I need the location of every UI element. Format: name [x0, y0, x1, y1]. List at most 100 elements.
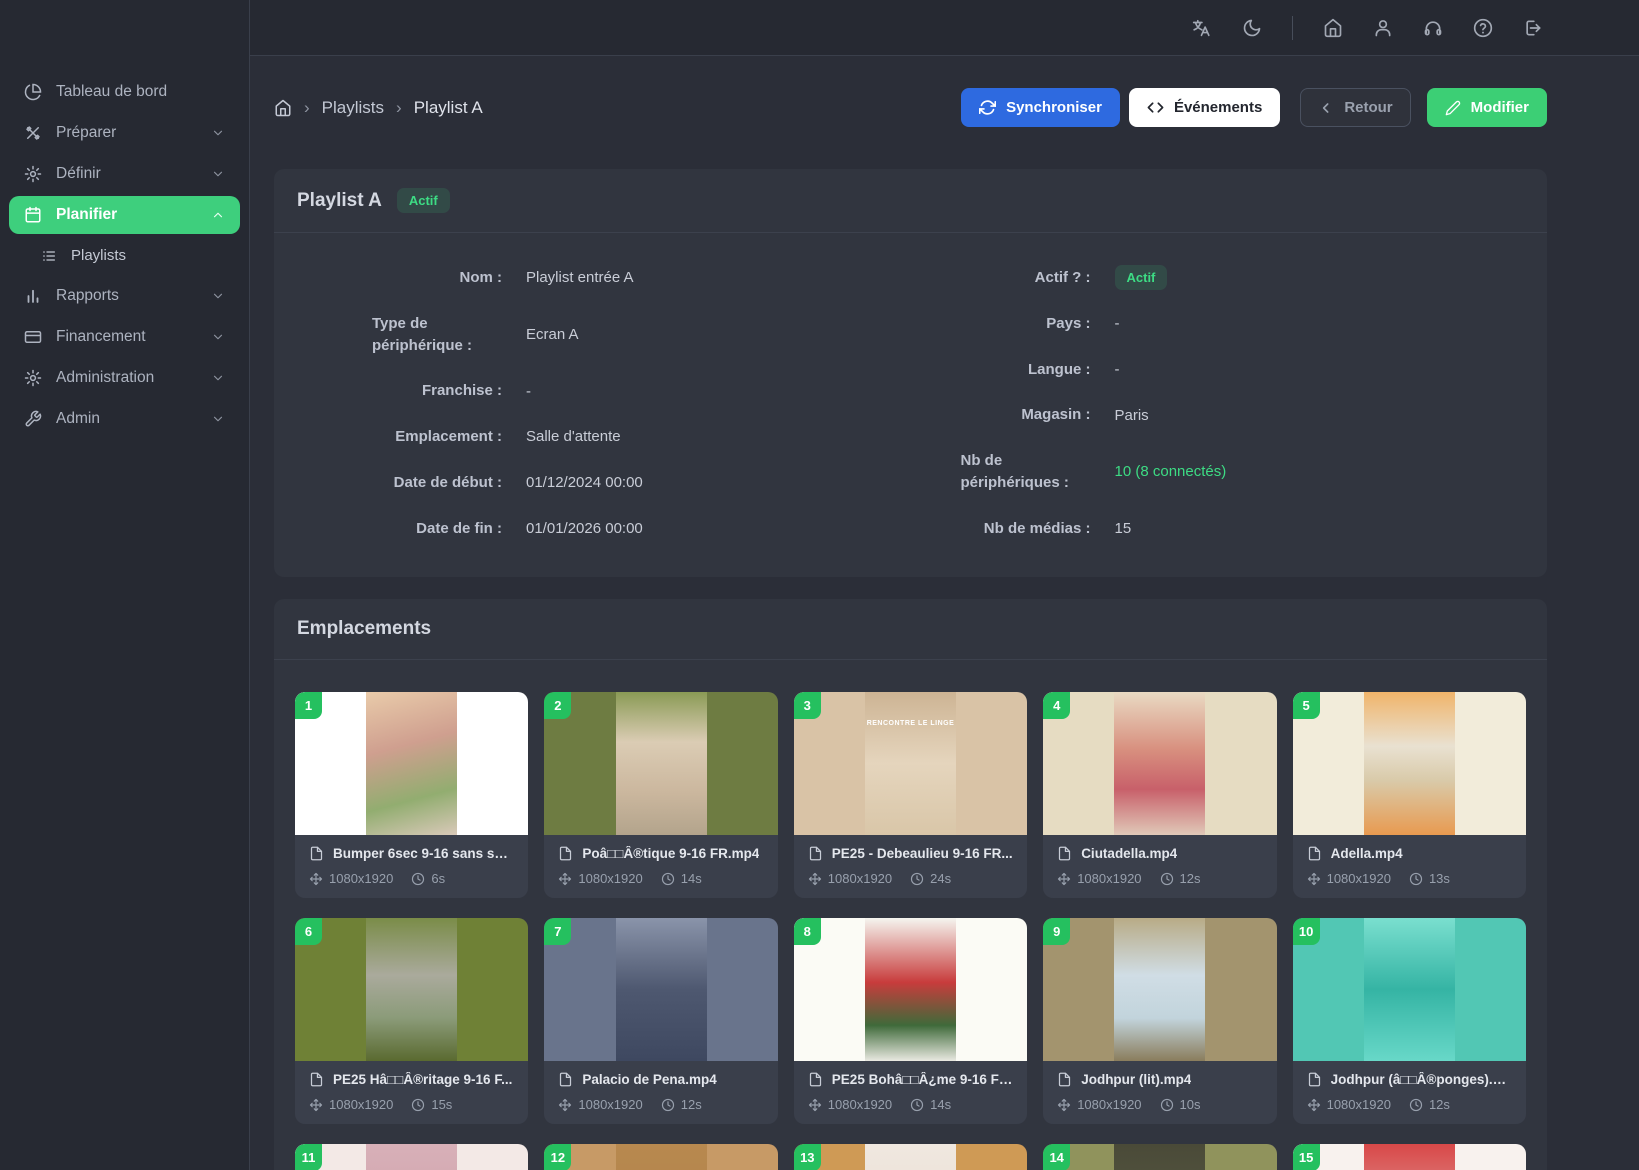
- media-duration: 12s: [681, 1097, 702, 1112]
- edit-label: Modifier: [1471, 99, 1529, 116]
- home-icon[interactable]: [1323, 18, 1343, 38]
- media-card[interactable]: 9 Jodhpur (lit).mp4 1080x192010s: [1043, 918, 1276, 1124]
- details-left-column: Nom :Playlist entrée A Type de périphéri…: [297, 255, 911, 551]
- topbar-divider: [1292, 16, 1293, 40]
- file-icon: [1057, 846, 1072, 861]
- headphones-icon[interactable]: [1423, 18, 1443, 38]
- media-order-badge: 10: [1293, 918, 1320, 945]
- move-icon[interactable]: [808, 1098, 822, 1112]
- media-card[interactable]: 14: [1043, 1144, 1276, 1170]
- move-icon[interactable]: [1307, 872, 1321, 886]
- media-thumbnail: [794, 918, 1027, 1061]
- field-label: Emplacement :: [395, 426, 502, 448]
- media-thumbnail: [295, 692, 528, 835]
- sidebar-item-definir[interactable]: Définir: [9, 155, 240, 193]
- media-resolution: 1080x1920: [828, 1097, 892, 1112]
- field-value: 15: [1115, 520, 1525, 537]
- sidebar-item-label: Tableau de bord: [56, 83, 167, 101]
- sidebar-item-financement[interactable]: Financement: [9, 318, 240, 356]
- breadcrumb-home-icon[interactable]: [274, 99, 292, 117]
- clock-icon: [1160, 1098, 1174, 1112]
- move-icon[interactable]: [309, 872, 323, 886]
- bar-chart-icon: [24, 287, 42, 305]
- move-icon[interactable]: [1057, 872, 1071, 886]
- edit-button[interactable]: Modifier: [1427, 88, 1547, 127]
- media-card[interactable]: 15: [1293, 1144, 1526, 1170]
- media-thumbnail: [1043, 692, 1276, 835]
- synchronize-button[interactable]: Synchroniser: [961, 88, 1120, 127]
- list-icon: [41, 248, 57, 264]
- media-order-badge: 8: [794, 918, 821, 945]
- move-icon[interactable]: [558, 1098, 572, 1112]
- media-card[interactable]: 2 Poâ□□Â®tique 9-16 FR.mp4 1080x192014s: [544, 692, 777, 898]
- help-icon[interactable]: [1473, 18, 1493, 38]
- move-icon[interactable]: [1057, 1098, 1071, 1112]
- connected-devices-value[interactable]: 10 (8 connectés): [1115, 463, 1525, 480]
- move-icon[interactable]: [309, 1098, 323, 1112]
- sidebar-item-label: Playlists: [71, 247, 126, 264]
- media-title: Jodhpur (â□□Â®ponges).mp4: [1331, 1072, 1512, 1087]
- move-icon[interactable]: [1307, 1098, 1321, 1112]
- media-resolution: 1080x1920: [1077, 1097, 1141, 1112]
- file-icon: [808, 1072, 823, 1087]
- breadcrumb-playlists-link[interactable]: Playlists: [322, 98, 384, 118]
- detail-row-date-fin: Date de fin :01/01/2026 00:00: [297, 506, 911, 552]
- move-icon[interactable]: [808, 872, 822, 886]
- detail-row-franchise: Franchise :-: [297, 368, 911, 414]
- sidebar-item-dashboard[interactable]: Tableau de bord: [9, 73, 240, 111]
- sidebar-item-planifier[interactable]: Planifier: [9, 196, 240, 234]
- media-card[interactable]: 6 PE25 Hâ□□Â®ritage 9-16 F... 1080x19201…: [295, 918, 528, 1124]
- media-resolution: 1080x1920: [329, 871, 393, 886]
- media-card[interactable]: 12: [544, 1144, 777, 1170]
- sidebar-item-playlists[interactable]: Playlists: [9, 237, 240, 274]
- detail-row-actif: Actif ? :Actif: [911, 255, 1525, 301]
- gear-icon: [24, 165, 42, 183]
- media-card[interactable]: 4 Ciutadella.mp4 1080x192012s: [1043, 692, 1276, 898]
- playlist-details-panel: Playlist A Actif Nom :Playlist entrée A …: [274, 169, 1547, 577]
- media-title: PE25 Hâ□□Â®ritage 9-16 F...: [333, 1072, 512, 1087]
- media-card[interactable]: 8 PE25 Bohâ□□Â¿me 9-16 FR.... 1080x19201…: [794, 918, 1027, 1124]
- field-label: Actif ? :: [1035, 267, 1091, 289]
- detail-row-emplacement: Emplacement :Salle d'attente: [297, 414, 911, 460]
- media-card[interactable]: 13: [794, 1144, 1027, 1170]
- sidebar-item-rapports[interactable]: Rapports: [9, 277, 240, 315]
- sidebar-item-admin[interactable]: Admin: [9, 400, 240, 438]
- clock-icon: [411, 872, 425, 886]
- chevron-down-icon: [211, 167, 225, 181]
- sidebar-item-administration[interactable]: Administration: [9, 359, 240, 397]
- media-order-badge: 1: [295, 692, 322, 719]
- media-card[interactable]: 3 RENCONTRE LE LINGE PE25 - Debeaulieu 9…: [794, 692, 1027, 898]
- media-order-badge: 3: [794, 692, 821, 719]
- media-card[interactable]: 10 Jodhpur (â□□Â®ponges).mp4 1080x192012…: [1293, 918, 1526, 1124]
- media-resolution: 1080x1920: [1327, 1097, 1391, 1112]
- back-button[interactable]: Retour: [1300, 88, 1410, 127]
- media-card[interactable]: 5 Adella.mp4 1080x192013s: [1293, 692, 1526, 898]
- media-order-badge: 4: [1043, 692, 1070, 719]
- file-icon: [1307, 1072, 1322, 1087]
- media-order-badge: 5: [1293, 692, 1320, 719]
- dark-mode-icon[interactable]: [1242, 18, 1262, 38]
- field-value: 01/01/2026 00:00: [526, 520, 911, 537]
- media-duration: 13s: [1429, 871, 1450, 886]
- logout-icon[interactable]: [1523, 18, 1543, 38]
- media-card[interactable]: 7 Palacio de Pena.mp4 1080x192012s: [544, 918, 777, 1124]
- field-label: Pays :: [1046, 313, 1090, 335]
- clock-icon: [661, 872, 675, 886]
- media-card[interactable]: 11: [295, 1144, 528, 1170]
- action-buttons: Synchroniser Événements Retour Modifier: [961, 88, 1547, 127]
- media-card[interactable]: 1 Bumper 6sec 9-16 sans suri... 1080x192…: [295, 692, 528, 898]
- move-icon[interactable]: [558, 872, 572, 886]
- back-label: Retour: [1344, 99, 1392, 116]
- media-resolution: 1080x1920: [578, 871, 642, 886]
- main-area: › Playlists › Playlist A Synchroniser Év…: [250, 0, 1639, 1170]
- translate-icon[interactable]: [1190, 17, 1212, 39]
- user-icon[interactable]: [1373, 18, 1393, 38]
- synchronize-label: Synchroniser: [1006, 99, 1102, 116]
- field-value: Ecran A: [526, 326, 911, 343]
- tools-icon: [24, 124, 42, 142]
- sidebar-item-preparer[interactable]: Préparer: [9, 114, 240, 152]
- events-button[interactable]: Événements: [1129, 88, 1280, 127]
- field-value: -: [1115, 361, 1525, 378]
- media-resolution: 1080x1920: [1327, 871, 1391, 886]
- media-order-badge: 9: [1043, 918, 1070, 945]
